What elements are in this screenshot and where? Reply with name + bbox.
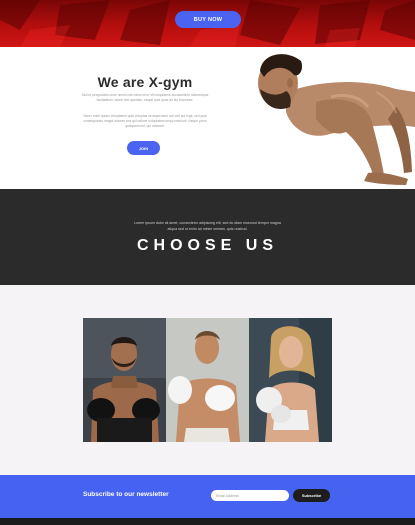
join-button[interactable]: JOIN [127, 141, 160, 155]
email-field[interactable] [211, 490, 289, 501]
about-title: We are X-gym [97, 74, 193, 90]
choose-us-title: CHOOSE US [136, 237, 278, 254]
trainer-photo-3 [249, 318, 332, 442]
newsletter-label: Subscribe to our newsletter [83, 491, 169, 498]
trainer-photo-2 [166, 318, 249, 442]
newsletter-section: Subscribe to our newsletter Subscribe [0, 475, 415, 518]
about-section: We are X-gym Sed ut perspiciatis unde om… [0, 47, 415, 189]
trainers-gallery [83, 318, 332, 442]
choose-us-section: Lorem ipsum dolor sit amet, consectetur … [0, 189, 415, 285]
buy-now-button[interactable]: BUY NOW [175, 11, 241, 28]
about-paragraph-2: Nemo enim ipsam voluptatem quia voluptas… [83, 114, 207, 128]
about-paragraph-1: Sed ut perspiciatis unde omnis iste natu… [81, 93, 209, 102]
choose-intro-text: Lorem ipsum dolor sit amet, consectetur … [134, 221, 281, 231]
subscribe-button[interactable]: Subscribe [293, 489, 330, 502]
trainer-photo-1 [83, 318, 166, 442]
hero-banner: BUY NOW [0, 0, 415, 47]
footer [0, 518, 415, 525]
athlete-pushup-image [258, 54, 415, 185]
